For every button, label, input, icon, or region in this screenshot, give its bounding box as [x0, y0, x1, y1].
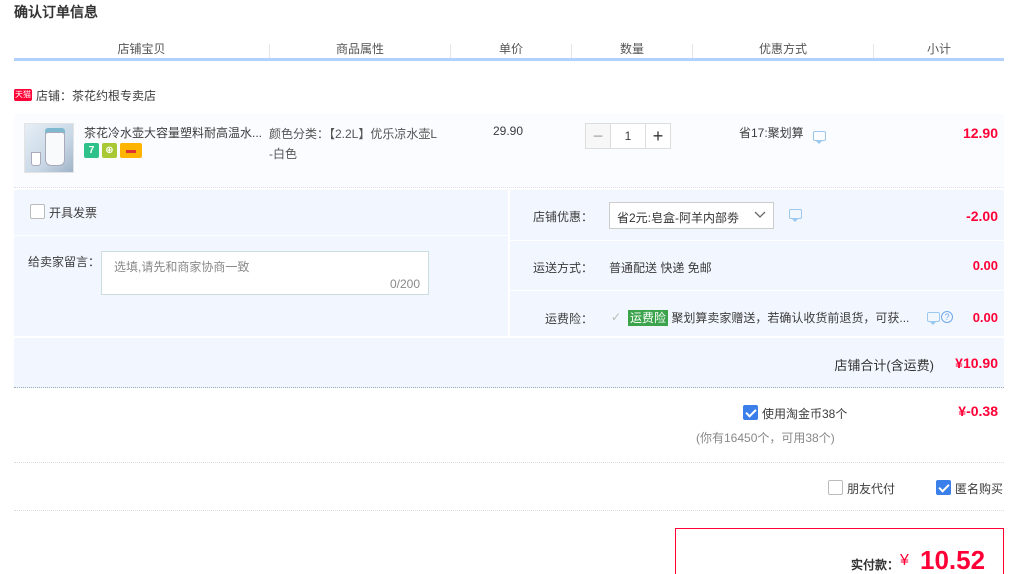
- attribute-line: -白色: [269, 147, 297, 161]
- tmall-badge-icon: 天猫: [14, 89, 32, 101]
- friend-pay-checkbox[interactable]: [828, 480, 843, 495]
- coins-checkbox[interactable]: [743, 405, 758, 420]
- chat-icon[interactable]: [789, 209, 802, 222]
- shop-total-label: 店铺合计(含运费): [834, 358, 934, 373]
- friend-pay-label[interactable]: 朋友代付: [847, 480, 895, 497]
- credit-card-icon: ▬: [120, 143, 142, 158]
- message-label: 给卖家留言：: [28, 255, 101, 269]
- chat-icon[interactable]: [813, 131, 826, 144]
- shipping-method: 普通配送 快递 免邮: [609, 261, 712, 275]
- divider: [14, 510, 1004, 511]
- product-service-badges: 7 ⊕ ▬: [84, 143, 142, 158]
- quantity-stepper: − 1 +: [585, 123, 671, 149]
- divider: [14, 235, 508, 236]
- quantity-increase-button[interactable]: +: [645, 123, 671, 149]
- quantity-decrease-button[interactable]: −: [585, 123, 611, 149]
- shop-discount-select[interactable]: 省2元:皂盒-阿羊内部劵: [609, 202, 774, 229]
- insurance-label: 运费险：: [545, 312, 594, 326]
- column-header-discount: 优惠方式: [758, 42, 807, 56]
- insurance-tag: 运费险: [628, 310, 669, 326]
- coins-note: (你有16450个，可用38个): [696, 431, 835, 445]
- insurance-amount: 0.00: [972, 310, 998, 325]
- product-thumbnail[interactable]: [24, 123, 74, 173]
- invoice-label[interactable]: 开具发票: [49, 204, 97, 221]
- product-title-link[interactable]: 茶花冷水壶大容量塑料耐高温水...: [84, 124, 264, 141]
- header-underline: [14, 58, 1004, 61]
- coins-amount: ¥-0.38: [958, 403, 998, 419]
- coins-label[interactable]: 使用淘金币38个: [762, 405, 847, 422]
- divider: [510, 290, 1004, 291]
- chevron-down-icon: [754, 211, 766, 218]
- anonymous-label[interactable]: 匿名购买: [955, 480, 1003, 497]
- shop-row: 天猫 店铺：茶花约根专卖店: [14, 86, 156, 104]
- divider: [510, 240, 1004, 241]
- item-subtotal: 12.90: [962, 125, 998, 141]
- divider: [14, 462, 1004, 463]
- promotion-label: 省17:聚划算: [739, 126, 804, 140]
- payment-amount: 10.52: [920, 545, 986, 574]
- insurance-text: 聚划算卖家赠送，若确认收货前退货，可获...: [671, 311, 910, 325]
- invoice-checkbox[interactable]: [30, 204, 45, 219]
- column-header-unit-price: 单价: [498, 42, 523, 56]
- shop-discount-label: 店铺优惠：: [533, 210, 594, 224]
- shop-discount-selected: 省2元:皂盒-阿羊内部劵: [617, 211, 740, 225]
- column-header-attributes: 商品属性: [335, 42, 384, 56]
- column-header-quantity: 数量: [619, 42, 644, 56]
- quantity-input[interactable]: 1: [611, 123, 645, 149]
- seven-day-return-icon: 7: [84, 143, 99, 158]
- insurance-detail: 运费险 聚划算卖家赠送，若确认收货前退货，可获...: [628, 309, 909, 326]
- unit-price: 29.90: [493, 124, 524, 138]
- shipping-amount: 0.00: [972, 258, 998, 273]
- attribute-line: 颜色分类：【2.2L】优乐凉水壶L: [269, 127, 438, 141]
- payment-label: 实付款：: [851, 558, 900, 572]
- shop-name[interactable]: 店铺：茶花约根专卖店: [36, 87, 156, 104]
- message-textarea[interactable]: 选填,请先和商家协商一致 0/200: [101, 251, 429, 295]
- column-header-subtotal: 小计: [926, 42, 951, 56]
- message-placeholder: 选填,请先和商家协商一致: [114, 260, 250, 274]
- shop-discount-amount: -2.00: [966, 208, 998, 224]
- guarantee-icon: ⊕: [102, 143, 117, 158]
- help-icon[interactable]: ?: [941, 311, 953, 323]
- jug-shape: [45, 132, 65, 166]
- insurance-check-icon: ✓: [611, 310, 622, 324]
- cup-shape: [31, 152, 41, 166]
- message-char-counter: 0/200: [389, 277, 420, 291]
- column-header-shop-item: 店铺宝贝: [117, 42, 166, 56]
- shipping-label: 运送方式：: [533, 261, 594, 275]
- chat-icon[interactable]: [927, 312, 940, 325]
- payment-currency-symbol: ¥: [900, 552, 909, 569]
- product-attributes: 颜色分类：【2.2L】优乐凉水壶L -白色: [269, 124, 459, 164]
- anonymous-checkbox[interactable]: [936, 480, 951, 495]
- page-title: 确认订单信息: [14, 4, 98, 20]
- shop-total-amount: ¥10.90: [955, 355, 998, 371]
